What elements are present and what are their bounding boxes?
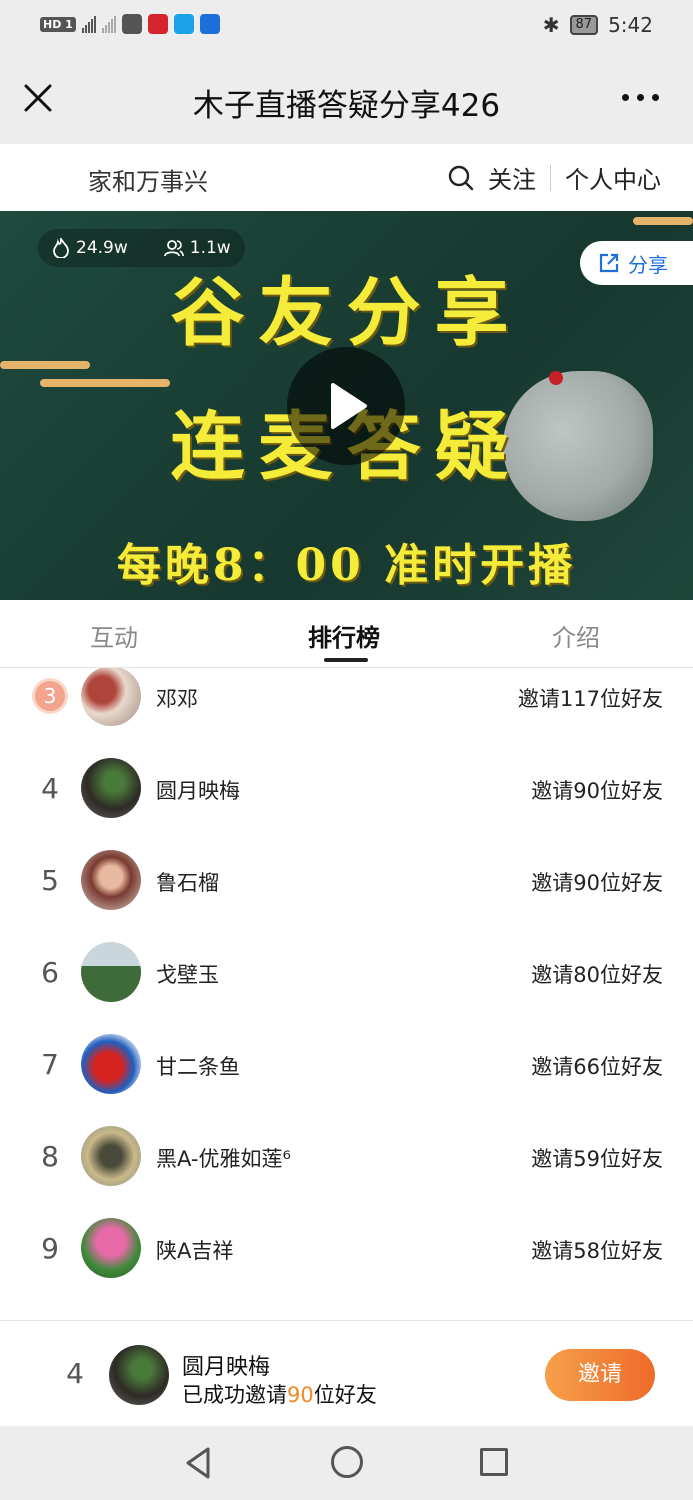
tab-interaction[interactable]: 互动 (90, 618, 138, 653)
rank-number: 8 (41, 1140, 59, 1173)
status-left: HD 1 (40, 14, 220, 34)
page-title: 木子直播答疑分享426 (192, 88, 501, 124)
channel-name[interactable]: 家和万事兴 (88, 162, 208, 197)
tab-intro[interactable]: 介绍 (552, 618, 600, 653)
avatar[interactable] (81, 942, 141, 1002)
share-label: 分享 (628, 252, 668, 277)
cloud-decoration (40, 379, 170, 387)
title-bar: 木子直播答疑分享426 (0, 52, 693, 144)
heat-count: 24.9w (76, 238, 128, 258)
avatar[interactable] (81, 850, 141, 910)
rank-invite-count: 邀请59位好友 (531, 1147, 663, 1171)
rank-invite-count: 邀请117位好友 (517, 687, 663, 711)
back-icon[interactable] (184, 1446, 212, 1480)
rank-number: 5 (41, 864, 59, 897)
rank-number: 7 (41, 1048, 59, 1081)
profile-center-button[interactable]: 个人中心 (565, 160, 661, 195)
list-item[interactable]: 8 黑A-优雅如莲⁶ 邀请59位好友 (0, 1110, 693, 1202)
rank-name: 甘二条鱼 (156, 1055, 240, 1079)
avatar[interactable] (81, 1218, 141, 1278)
play-button[interactable] (287, 347, 405, 465)
divider (550, 164, 551, 191)
invite-count: 90 (287, 1383, 314, 1407)
live-video-banner[interactable]: 谷友分享 连麦答疑 每晚8：00 准时开播 24.9w 1.1w 分享 (0, 211, 693, 600)
rank-name: 戈壁玉 (156, 963, 219, 987)
rank-invite-count: 邀请90位好友 (531, 871, 663, 895)
rank-number: 9 (41, 1232, 59, 1265)
recent-apps-icon[interactable] (480, 1448, 508, 1476)
ranking-list[interactable]: 3 邓邓 邀请117位好友 4 圆月映梅 邀请90位好友 5 鲁石榴 邀请90位… (0, 668, 693, 1320)
notification-app-icon (121, 14, 142, 34)
banner-schedule: 每晚8：00 准时开播 (116, 540, 577, 591)
notification-app-icon (173, 14, 194, 34)
list-item[interactable]: 4 圆月映梅 邀请90位好友 (0, 742, 693, 834)
rank-name: 鲁石榴 (156, 871, 219, 895)
my-name: 圆月映梅 (182, 1355, 271, 1380)
follow-button[interactable]: 关注 (488, 160, 536, 195)
my-invite-summary: 已成功邀请90位好友 (182, 1379, 377, 1409)
my-avatar[interactable] (109, 1345, 169, 1405)
rank-invite-count: 邀请58位好友 (531, 1239, 663, 1263)
list-item[interactable]: 9 陕A吉祥 邀请58位好友 (0, 1202, 693, 1294)
rank-number: 4 (41, 772, 59, 805)
status-bar: HD 1 ✱ 87 5:42 (0, 0, 693, 52)
rank-badge: 3 (32, 678, 68, 714)
signal-2-icon (101, 15, 116, 33)
play-icon (331, 383, 367, 429)
avatar[interactable] (81, 1034, 141, 1094)
tab-ranking[interactable]: 排行榜 (308, 618, 380, 653)
list-item[interactable]: 7 甘二条鱼 邀请66位好友 (0, 1018, 693, 1110)
flame-icon (53, 238, 69, 258)
crane-head (549, 371, 563, 385)
list-item[interactable]: 3 邓邓 邀请117位好友 (0, 668, 693, 742)
my-rank-bar: 4 圆月映梅 已成功邀请90位好友 邀请 (0, 1320, 693, 1426)
rank-name: 圆月映梅 (156, 779, 240, 803)
live-stats: 24.9w 1.1w (38, 229, 245, 267)
clock: 5:42 (608, 13, 653, 37)
active-tab-indicator (324, 658, 368, 662)
home-icon[interactable] (331, 1446, 363, 1478)
rank-invite-count: 邀请66位好友 (531, 1055, 663, 1079)
list-item[interactable]: 5 鲁石榴 邀请90位好友 (0, 834, 693, 926)
search-icon[interactable] (448, 165, 474, 191)
invite-suffix: 位好友 (313, 1383, 377, 1407)
network-indicator: HD 1 (40, 16, 76, 32)
heat-stat: 24.9w (52, 238, 128, 258)
people-icon (163, 240, 184, 257)
channel-actions: 关注 个人中心 (448, 160, 661, 195)
invite-button[interactable]: 邀请 (545, 1349, 655, 1401)
my-rank-number: 4 (66, 1357, 84, 1390)
avatar[interactable] (81, 758, 141, 818)
list-item[interactable]: 6 戈壁玉 邀请80位好友 (0, 926, 693, 1018)
channel-bar: 家和万事兴 关注 个人中心 (0, 144, 693, 211)
avatar[interactable] (81, 1126, 141, 1186)
cloud-decoration (633, 217, 693, 225)
signal-icon (81, 15, 96, 33)
more-options-icon[interactable] (622, 94, 659, 101)
invite-prefix: 已成功邀请 (182, 1383, 287, 1407)
system-nav-bar (0, 1426, 693, 1500)
viewers-stat: 1.1w (163, 238, 231, 258)
rank-invite-count: 邀请80位好友 (531, 963, 663, 987)
rank-name: 陕A吉祥 (156, 1239, 234, 1263)
notification-app-icon (199, 14, 220, 34)
notification-app-icon (147, 14, 168, 34)
tab-bar: 互动 排行榜 介绍 (0, 600, 693, 668)
rank-number: 6 (41, 956, 59, 989)
share-button[interactable]: 分享 (580, 241, 693, 285)
rank-invite-count: 邀请90位好友 (531, 779, 663, 803)
status-right: ✱ 87 5:42 (543, 13, 653, 37)
cloud-decoration (0, 361, 90, 369)
rank-name: 邓邓 (156, 687, 198, 711)
share-icon (599, 253, 619, 273)
battery-icon: 87 (569, 15, 599, 35)
avatar[interactable] (81, 668, 141, 726)
bluetooth-icon: ✱ (542, 13, 560, 37)
viewer-count: 1.1w (189, 238, 231, 258)
rank-name: 黑A-优雅如莲⁶ (156, 1147, 291, 1171)
